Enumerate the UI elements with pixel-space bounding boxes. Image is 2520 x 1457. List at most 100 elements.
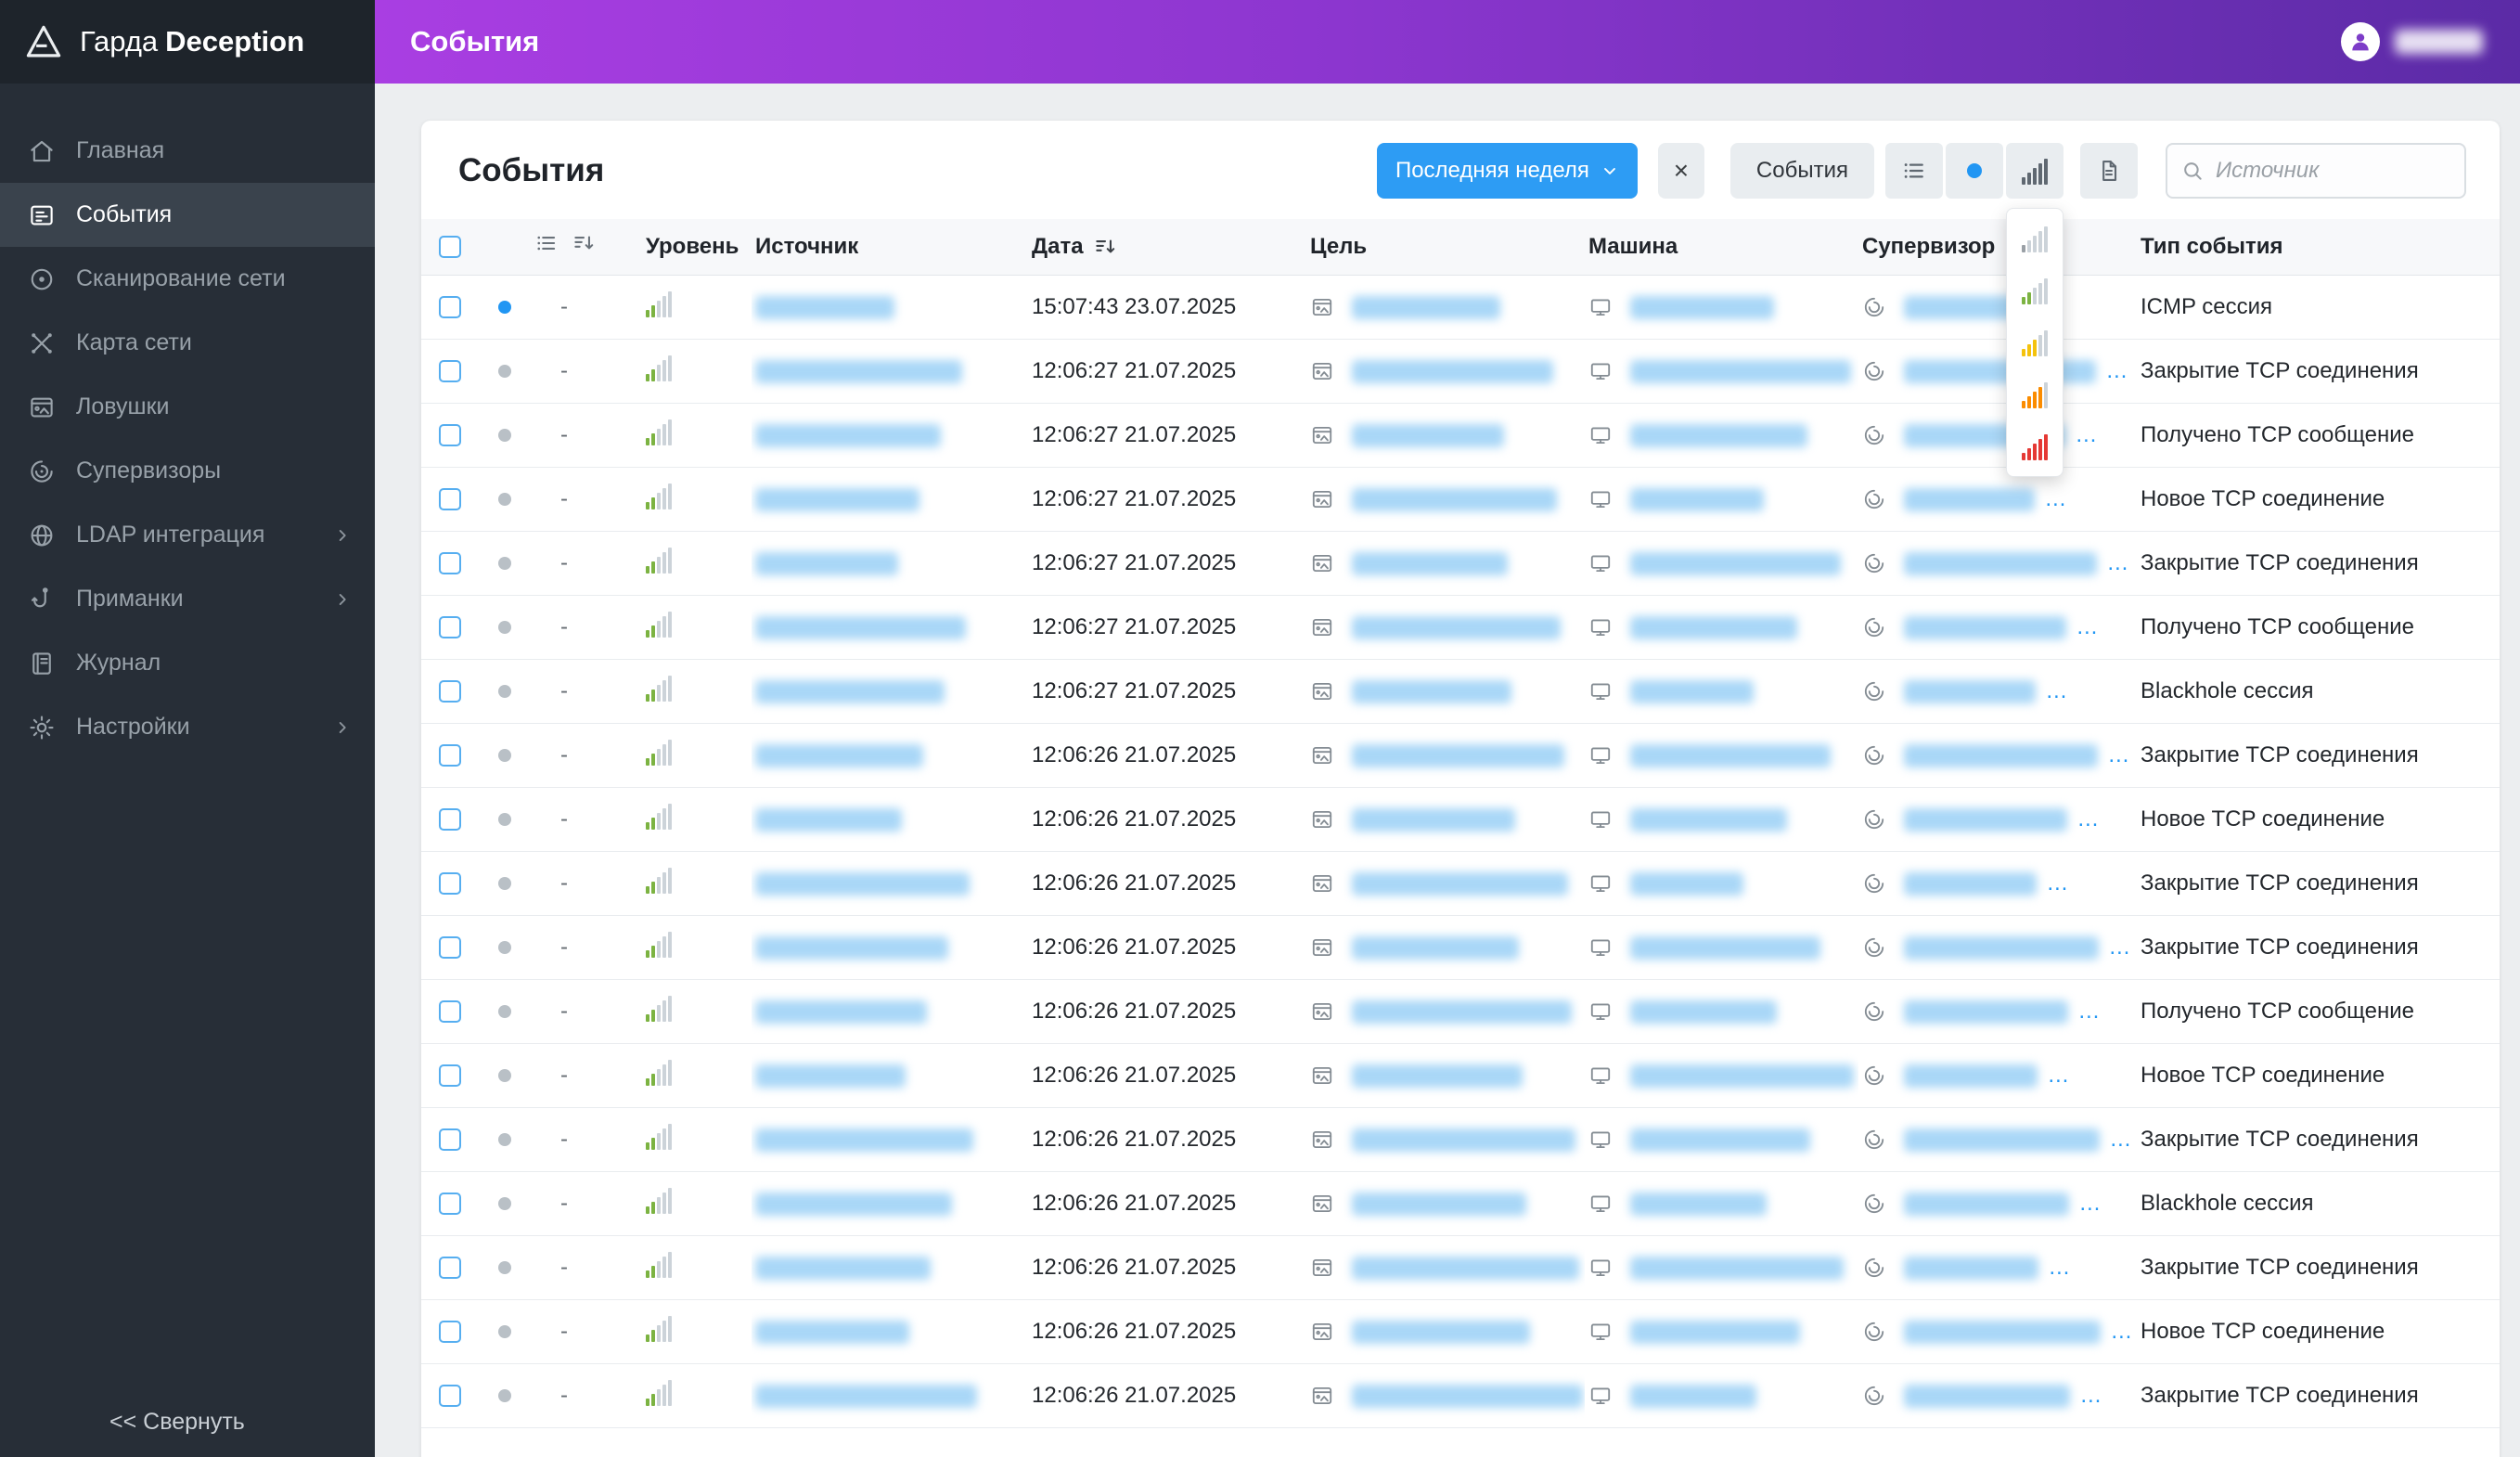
monitor-icon [1588,487,1613,511]
row-checkbox[interactable] [439,1321,461,1344]
table-row[interactable]: - 12:06:26 21.07.2025 … Новое TCP соедин… [421,1299,2500,1364]
level-option-3[interactable] [2007,316,2063,368]
sort-active-icon[interactable] [1093,235,1117,259]
row-checkbox[interactable] [439,488,461,511]
table-row[interactable]: - 12:06:26 21.07.2025 … Blackhole сессия [421,1171,2500,1236]
window-icon [1310,679,1334,703]
sort-icon[interactable] [572,231,596,255]
event-date: 12:06:26 21.07.2025 [1032,806,1237,832]
row-dash-value: - [560,1382,568,1408]
target-redacted [1351,1128,1575,1152]
period-filter-button[interactable]: Последняя неделя [1376,143,1638,199]
sidebar-item-lures[interactable]: Приманки [0,567,375,631]
sidebar-item-settings[interactable]: Настройки [0,695,375,759]
list-icon[interactable] [534,231,559,255]
supervisor-redacted [1903,1192,2069,1216]
unread-dot [498,365,511,379]
table-row[interactable]: - 12:06:26 21.07.2025 … Новое TCP соедин… [421,1043,2500,1108]
row-checkbox[interactable] [439,808,461,832]
sidebar-item-journal[interactable]: Журнал [0,631,375,695]
truncation-ellipsis: … [2107,741,2130,767]
truncation-ellipsis: … [2045,677,2068,703]
table-row[interactable]: - 15:07:43 23.07.2025 ICMP сессия [421,275,2500,340]
row-checkbox[interactable] [439,616,461,639]
events-filter-button[interactable]: События [1729,143,1874,199]
brand-logo-icon [24,22,63,61]
sidebar-item-label: Сканирование сети [76,265,286,291]
event-type: Закрытие TCP соединения [2141,1254,2419,1280]
event-type: Новое TCP соединение [2141,1318,2385,1344]
row-checkbox[interactable] [439,552,461,575]
report-button[interactable] [2080,143,2138,199]
table-row[interactable]: - 12:06:27 21.07.2025 … Новое TCP соедин… [421,467,2500,532]
sidebar-item-network-map[interactable]: Карта сети [0,311,375,375]
level-option-2[interactable] [2007,264,2063,316]
table-row[interactable]: - 12:06:27 21.07.2025 … Получено TCP соо… [421,595,2500,660]
level-5-icon [2022,432,2048,460]
table-row[interactable]: - 12:06:26 21.07.2025 … Закрытие TCP сое… [421,1363,2500,1428]
supervisor-redacted [1903,615,2066,639]
monitor-icon [1588,295,1613,319]
event-type: Закрытие TCP соединения [2141,549,2419,575]
row-checkbox[interactable] [439,1000,461,1024]
row-checkbox[interactable] [439,936,461,960]
row-checkbox[interactable] [439,424,461,447]
col-supervisor: Супервизор [1858,219,2137,276]
clear-filter-button[interactable]: × [1657,143,1704,199]
level-icon [646,1250,672,1278]
table-row[interactable]: - 12:06:26 21.07.2025 … Закрытие TCP сое… [421,723,2500,788]
row-checkbox[interactable] [439,872,461,896]
level-option-5[interactable] [2007,420,2063,472]
target-redacted [1351,359,1553,383]
search-input[interactable] [2216,158,2451,184]
row-checkbox[interactable] [439,1257,461,1280]
supervisor-redacted [1903,807,2067,832]
row-checkbox[interactable] [439,680,461,703]
level-option-1[interactable] [2007,213,2063,264]
row-checkbox[interactable] [439,1385,461,1408]
table-row[interactable]: - 12:06:27 21.07.2025 … Закрытие TCP сое… [421,339,2500,404]
row-dash-value: - [560,1254,568,1280]
sidebar-item-events[interactable]: События [0,183,375,247]
table-row[interactable]: - 12:06:27 21.07.2025 … Закрытие TCP сое… [421,531,2500,596]
row-checkbox[interactable] [439,1193,461,1216]
col-type: Тип события [2137,219,2500,276]
table-row[interactable]: - 12:06:26 21.07.2025 … Закрытие TCP сое… [421,851,2500,916]
sidebar-collapse-button[interactable]: << Свернуть [0,1409,375,1457]
event-type: Blackhole сессия [2141,677,2314,703]
level-filter-button[interactable] [2006,143,2064,477]
row-checkbox[interactable] [439,360,461,383]
row-dash-value: - [560,1126,568,1152]
col-machine: Машина [1585,219,1858,276]
monitor-icon [1588,743,1613,767]
row-checkbox[interactable] [439,1128,461,1152]
source-redacted [755,743,923,767]
supervisor-icon [1862,1064,1886,1088]
sidebar-item-supervisors[interactable]: Супервизоры [0,439,375,503]
table-row[interactable]: - 12:06:26 21.07.2025 … Новое TCP соедин… [421,787,2500,852]
machine-redacted [1629,423,1807,447]
sidebar-item-home[interactable]: Главная [0,119,375,183]
supervisor-icon [1862,807,1886,832]
table-row[interactable]: - 12:06:27 21.07.2025 … Blackhole сессия [421,659,2500,724]
table-row[interactable]: - 12:06:27 21.07.2025 … Получено TCP соо… [421,403,2500,468]
unread-filter-button[interactable] [1946,143,2003,199]
table-row[interactable]: - 12:06:26 21.07.2025 … Закрытие TCP сое… [421,1235,2500,1300]
row-checkbox[interactable] [439,296,461,319]
list-view-button[interactable] [1885,143,1943,199]
table-row[interactable]: - 12:06:26 21.07.2025 … Закрытие TCP сое… [421,915,2500,980]
level-icon [646,1378,672,1406]
table-row[interactable]: - 12:06:26 21.07.2025 … Закрытие TCP сое… [421,1107,2500,1172]
sidebar-item-network-scan[interactable]: Сканирование сети [0,247,375,311]
row-checkbox[interactable] [439,1064,461,1088]
row-checkbox[interactable] [439,744,461,767]
sidebar-item-ldap[interactable]: LDAP интеграция [0,503,375,567]
machine-redacted [1629,1192,1767,1216]
user-avatar[interactable] [2341,22,2380,61]
unread-dot [498,813,511,827]
table-row[interactable]: - 12:06:26 21.07.2025 … Получено TCP соо… [421,979,2500,1044]
level-option-4[interactable] [2007,368,2063,420]
select-all-checkbox[interactable] [439,236,461,259]
sidebar-item-traps[interactable]: Ловушки [0,375,375,439]
user-area[interactable] [2341,22,2483,61]
